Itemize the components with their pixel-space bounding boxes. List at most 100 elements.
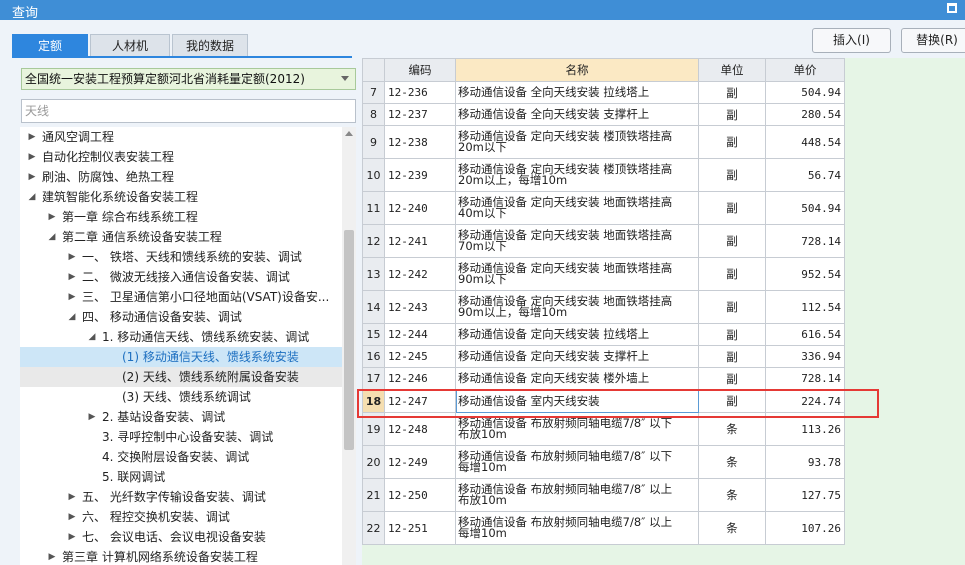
tree-scrollbar[interactable] bbox=[342, 127, 356, 565]
table-row[interactable]: 18 12-247 移动通信设备 室内天线安装 副 224.74 bbox=[362, 389, 845, 413]
row-number-cell[interactable]: 9 bbox=[362, 125, 385, 159]
table-row[interactable]: 19 12-248 移动通信设备 布放射频同轴电缆7/8″ 以下 布放10m 条 113.… bbox=[362, 412, 845, 446]
price-cell[interactable]: 952.54 bbox=[765, 257, 845, 291]
row-number-cell[interactable]: 17 bbox=[362, 367, 385, 390]
row-number-cell[interactable]: 18 bbox=[362, 389, 385, 413]
tree-collapsed-icon[interactable]: ▶ bbox=[66, 287, 78, 307]
tree-collapsed-icon[interactable]: ▶ bbox=[66, 507, 78, 527]
table-row[interactable]: 14 12-243 移动通信设备 定向天线安装 地面铁塔挂高 90m以上，每增10m 副… bbox=[362, 290, 845, 324]
tree-item[interactable]: (3) 天线、馈线系统调试 bbox=[20, 387, 342, 407]
code-cell[interactable]: 12-250 bbox=[384, 478, 456, 512]
scrollbar-thumb[interactable] bbox=[344, 230, 354, 450]
unit-cell[interactable]: 条 bbox=[698, 445, 766, 479]
row-number-cell[interactable]: 12 bbox=[362, 224, 385, 258]
name-cell[interactable]: 移动通信设备 定向天线安装 拉线塔上 bbox=[455, 323, 699, 346]
tree-item[interactable]: ◢ 1. 移动通信天线、馈线系统安装、调试 bbox=[20, 327, 342, 347]
tree-item[interactable]: 4. 交换附层设备安装、调试 bbox=[20, 447, 342, 467]
header-price[interactable]: 单价 bbox=[765, 58, 845, 82]
price-cell[interactable]: 616.54 bbox=[765, 323, 845, 346]
code-cell[interactable]: 12-236 bbox=[384, 81, 456, 104]
tree-item[interactable]: ▶ 二、 微波无线接入通信设备安装、调试 bbox=[20, 267, 342, 287]
replace-button[interactable]: 替换(R) bbox=[901, 28, 965, 53]
code-cell[interactable]: 12-251 bbox=[384, 511, 456, 545]
insert-button[interactable]: 插入(I) bbox=[812, 28, 891, 53]
tab-quota[interactable]: 定额 bbox=[12, 34, 88, 56]
unit-cell[interactable]: 条 bbox=[698, 412, 766, 446]
price-cell[interactable]: 728.14 bbox=[765, 367, 845, 390]
name-cell[interactable]: 移动通信设备 布放射频同轴电缆7/8″ 以上 每增10m bbox=[455, 511, 699, 545]
name-cell[interactable]: 移动通信设备 全向天线安装 拉线塔上 bbox=[455, 81, 699, 104]
tree-collapsed-icon[interactable]: ▶ bbox=[26, 167, 38, 187]
table-row[interactable]: 17 12-246 移动通信设备 定向天线安装 楼外墙上 副 728.14 bbox=[362, 367, 845, 390]
tab-my-data[interactable]: 我的数据 bbox=[172, 34, 248, 56]
tree-item[interactable]: (2) 天线、馈线系统附属设备安装 bbox=[20, 367, 342, 387]
code-cell[interactable]: 12-238 bbox=[384, 125, 456, 159]
price-cell[interactable]: 504.94 bbox=[765, 81, 845, 104]
tree-item[interactable]: ◢ 四、 移动通信设备安装、调试 bbox=[20, 307, 342, 327]
unit-cell[interactable]: 副 bbox=[698, 224, 766, 258]
tree-item[interactable]: ▶ 三、 卫星通信第小口径地面站(VSAT)设备安... bbox=[20, 287, 342, 307]
price-cell[interactable]: 504.94 bbox=[765, 191, 845, 225]
code-cell[interactable]: 12-243 bbox=[384, 290, 456, 324]
name-cell[interactable]: 移动通信设备 布放射频同轴电缆7/8″ 以下 布放10m bbox=[455, 412, 699, 446]
price-cell[interactable]: 448.54 bbox=[765, 125, 845, 159]
tree-item[interactable]: ▶ 一、 铁塔、天线和馈线系统的安装、调试 bbox=[20, 247, 342, 267]
row-number-cell[interactable]: 11 bbox=[362, 191, 385, 225]
search-box[interactable] bbox=[21, 99, 356, 123]
quota-library-select[interactable]: 全国统一安装工程预算定额河北省消耗量定额(2012) bbox=[21, 68, 356, 90]
table-row[interactable]: 21 12-250 移动通信设备 布放射频同轴电缆7/8″ 以上 布放10m 条 127.… bbox=[362, 478, 845, 512]
tree-expanded-icon[interactable]: ◢ bbox=[26, 187, 38, 207]
tab-labor-materials[interactable]: 人材机 bbox=[90, 34, 170, 56]
unit-cell[interactable]: 副 bbox=[698, 290, 766, 324]
unit-cell[interactable]: 副 bbox=[698, 103, 766, 126]
name-cell[interactable]: 移动通信设备 定向天线安装 楼顶铁塔挂高 20m以下 bbox=[455, 125, 699, 159]
name-cell[interactable]: 移动通信设备 定向天线安装 地面铁塔挂高 90m以上，每增10m bbox=[455, 290, 699, 324]
tree-item[interactable]: 5. 联网调试 bbox=[20, 467, 342, 487]
code-cell[interactable]: 12-246 bbox=[384, 367, 456, 390]
tree-collapsed-icon[interactable]: ▶ bbox=[46, 547, 58, 565]
tree-item[interactable]: ▶ 2. 基站设备安装、调试 bbox=[20, 407, 342, 427]
tree-item[interactable]: 3. 寻呼控制中心设备安装、调试 bbox=[20, 427, 342, 447]
unit-cell[interactable]: 副 bbox=[698, 367, 766, 390]
tree-item[interactable]: ▶ 第三章 计算机网络系统设备安装工程 bbox=[20, 547, 342, 565]
row-number-cell[interactable]: 14 bbox=[362, 290, 385, 324]
tree-item[interactable]: ▶ 七、 会议电话、会议电视设备安装 bbox=[20, 527, 342, 547]
table-row[interactable]: 15 12-244 移动通信设备 定向天线安装 拉线塔上 副 616.54 bbox=[362, 323, 845, 346]
tree-item[interactable]: ▶ 六、 程控交换机安装、调试 bbox=[20, 507, 342, 527]
tree-expanded-icon[interactable]: ◢ bbox=[86, 327, 98, 347]
price-cell[interactable]: 93.78 bbox=[765, 445, 845, 479]
tree-collapsed-icon[interactable]: ▶ bbox=[26, 127, 38, 147]
name-cell[interactable]: 移动通信设备 定向天线安装 地面铁塔挂高 70m以下 bbox=[455, 224, 699, 258]
name-cell[interactable]: 移动通信设备 定向天线安装 楼外墙上 bbox=[455, 367, 699, 390]
header-name[interactable]: 名称 bbox=[455, 58, 699, 82]
code-cell[interactable]: 12-247 bbox=[384, 389, 456, 413]
price-cell[interactable]: 336.94 bbox=[765, 345, 845, 368]
price-cell[interactable]: 112.54 bbox=[765, 290, 845, 324]
table-row[interactable]: 22 12-251 移动通信设备 布放射频同轴电缆7/8″ 以上 每增10m 条 107.… bbox=[362, 511, 845, 545]
price-cell[interactable]: 107.26 bbox=[765, 511, 845, 545]
unit-cell[interactable]: 副 bbox=[698, 345, 766, 368]
unit-cell[interactable]: 副 bbox=[698, 81, 766, 104]
tree-collapsed-icon[interactable]: ▶ bbox=[66, 527, 78, 547]
unit-cell[interactable]: 副 bbox=[698, 257, 766, 291]
tree-item[interactable]: ▶ 通风空调工程 bbox=[20, 127, 342, 147]
table-row[interactable]: 7 12-236 移动通信设备 全向天线安装 拉线塔上 副 504.94 bbox=[362, 81, 845, 104]
tree-collapsed-icon[interactable]: ▶ bbox=[26, 147, 38, 167]
table-row[interactable]: 13 12-242 移动通信设备 定向天线安装 地面铁塔挂高 90m以下副 952.54 bbox=[362, 257, 845, 291]
tree-expanded-icon[interactable]: ◢ bbox=[46, 227, 58, 247]
price-cell[interactable]: 113.26 bbox=[765, 412, 845, 446]
table-row[interactable]: 16 12-245 移动通信设备 定向天线安装 支撑杆上 副 336.94 bbox=[362, 345, 845, 368]
name-cell[interactable]: 移动通信设备 室内天线安装 bbox=[455, 389, 699, 413]
tree-item[interactable]: ◢ 建筑智能化系统设备安装工程 bbox=[20, 187, 342, 207]
code-cell[interactable]: 12-249 bbox=[384, 445, 456, 479]
code-cell[interactable]: 12-237 bbox=[384, 103, 456, 126]
row-number-cell[interactable]: 16 bbox=[362, 345, 385, 368]
tree-item[interactable]: (1) 移动通信天线、馈线系统安装 bbox=[20, 347, 342, 367]
code-cell[interactable]: 12-239 bbox=[384, 158, 456, 192]
tree-collapsed-icon[interactable]: ▶ bbox=[86, 407, 98, 427]
tree-item[interactable]: ▶ 自动化控制仪表安装工程 bbox=[20, 147, 342, 167]
row-number-cell[interactable]: 13 bbox=[362, 257, 385, 291]
table-row[interactable]: 10 12-239 移动通信设备 定向天线安装 楼顶铁塔挂高 20m以上，每增10m 副… bbox=[362, 158, 845, 192]
row-number-cell[interactable]: 15 bbox=[362, 323, 385, 346]
code-cell[interactable]: 12-245 bbox=[384, 345, 456, 368]
